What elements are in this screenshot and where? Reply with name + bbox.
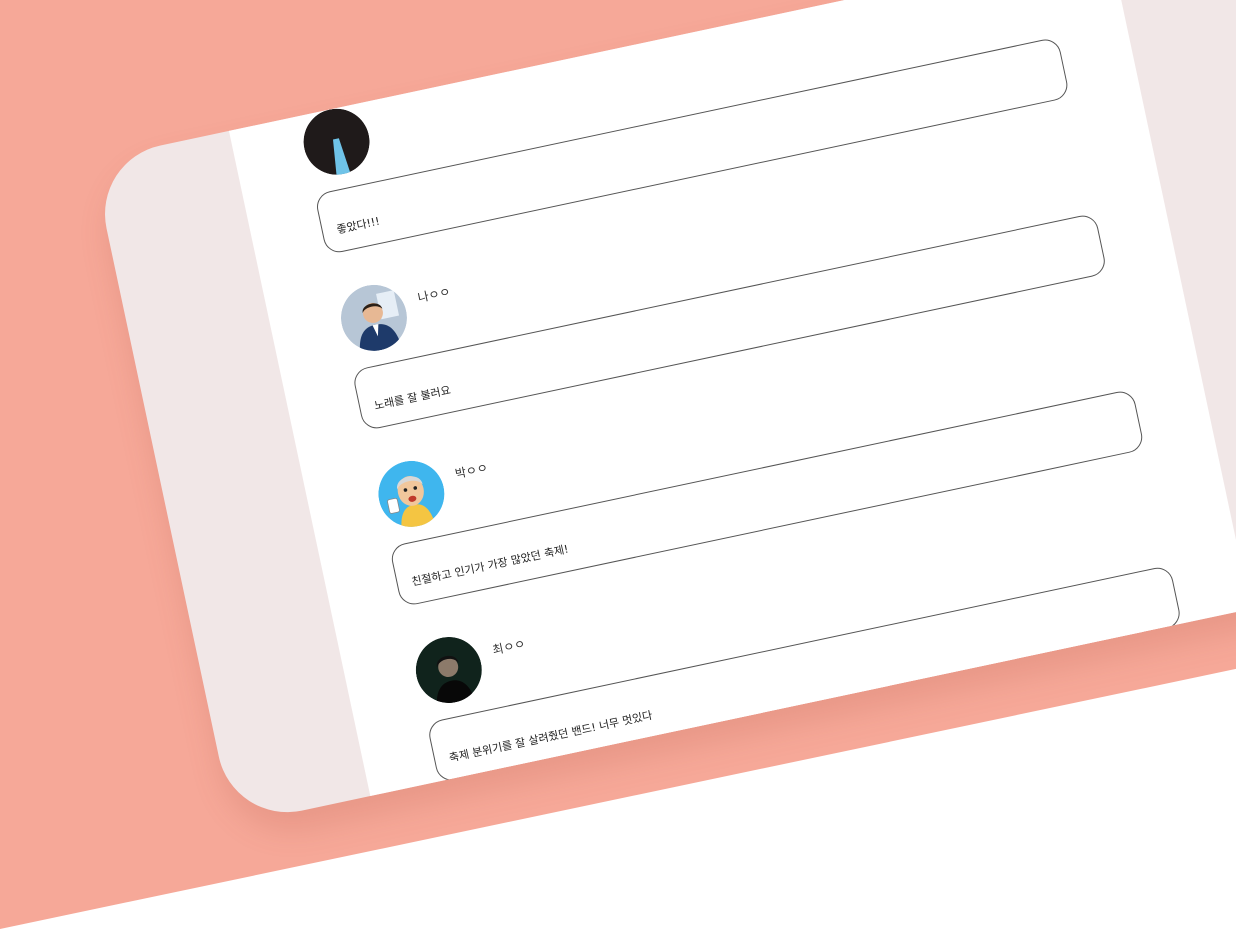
comment-author: 박ㅇㅇ [453, 460, 490, 482]
comment-author: 나ㅇㅇ [416, 284, 452, 306]
comment-text: 좋았다!!! [335, 214, 381, 237]
avatar [297, 103, 375, 181]
avatar [372, 455, 450, 533]
comment-author: 최ㅇㅇ [491, 636, 527, 658]
avatar [410, 631, 488, 709]
dark-silhouette-avatar-icon [303, 108, 370, 176]
avatar [335, 279, 413, 357]
comment-bubble: 노래를 잘 불러요 [351, 212, 1108, 432]
comment-text: 친절하고 인기가 가장 많았던 축제! [410, 542, 570, 589]
dark-portrait-avatar-icon [415, 636, 482, 707]
man-in-suit-avatar-icon [340, 284, 407, 355]
cartoon-man-avatar-icon [378, 460, 445, 530]
comment-bubble: 친절하고 인기가 가장 많았던 축제! [388, 388, 1146, 608]
comment-text: 노래를 잘 불러요 [373, 383, 452, 413]
